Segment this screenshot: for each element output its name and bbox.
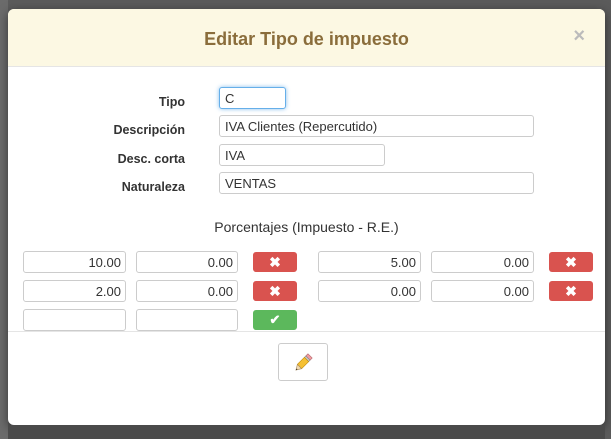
naturaleza-input[interactable] [219, 172, 534, 194]
impuesto-input[interactable] [23, 251, 126, 273]
delete-percentage-button[interactable]: ✖ [549, 252, 593, 272]
page-backdrop [0, 0, 8, 439]
impuesto-input[interactable] [23, 280, 126, 302]
edit-tax-type-dialog: Editar Tipo de impuesto × Tipo Descripci… [8, 9, 605, 425]
close-icon[interactable]: × [573, 26, 585, 46]
new-impuesto-input[interactable] [23, 309, 126, 331]
delete-percentage-button[interactable]: ✖ [549, 281, 593, 301]
delete-percentage-button[interactable]: ✖ [253, 281, 297, 301]
re-input[interactable] [136, 251, 238, 273]
new-re-input[interactable] [136, 309, 238, 331]
desc-corta-label: Desc. corta [117, 152, 185, 166]
impuesto-input[interactable] [318, 251, 421, 273]
footer-divider [8, 331, 605, 332]
naturaleza-label: Naturaleza [121, 180, 185, 194]
re-input[interactable] [431, 251, 534, 273]
times-icon: ✖ [269, 283, 281, 299]
dialog-header: Editar Tipo de impuesto × [8, 9, 605, 67]
edit-button[interactable] [278, 343, 328, 381]
impuesto-input[interactable] [318, 280, 421, 302]
percentages-title: Porcentajes (Impuesto - R.E.) [214, 219, 399, 235]
tipo-label: Tipo [158, 95, 185, 109]
pencil-icon [295, 353, 313, 371]
delete-percentage-button[interactable]: ✖ [253, 252, 297, 272]
tipo-input[interactable] [219, 87, 286, 109]
descripcion-label: Descripción [113, 123, 185, 137]
times-icon: ✖ [269, 254, 281, 270]
page-backdrop-bottom [8, 425, 605, 439]
desc-corta-input[interactable] [219, 144, 385, 166]
descripcion-input[interactable] [219, 115, 534, 137]
times-icon: ✖ [565, 283, 577, 299]
check-icon: ✔ [269, 312, 281, 327]
dialog-title: Editar Tipo de impuesto [204, 29, 409, 49]
re-input[interactable] [136, 280, 238, 302]
re-input[interactable] [431, 280, 534, 302]
times-icon: ✖ [565, 254, 577, 270]
add-percentage-button[interactable]: ✔ [253, 310, 297, 330]
